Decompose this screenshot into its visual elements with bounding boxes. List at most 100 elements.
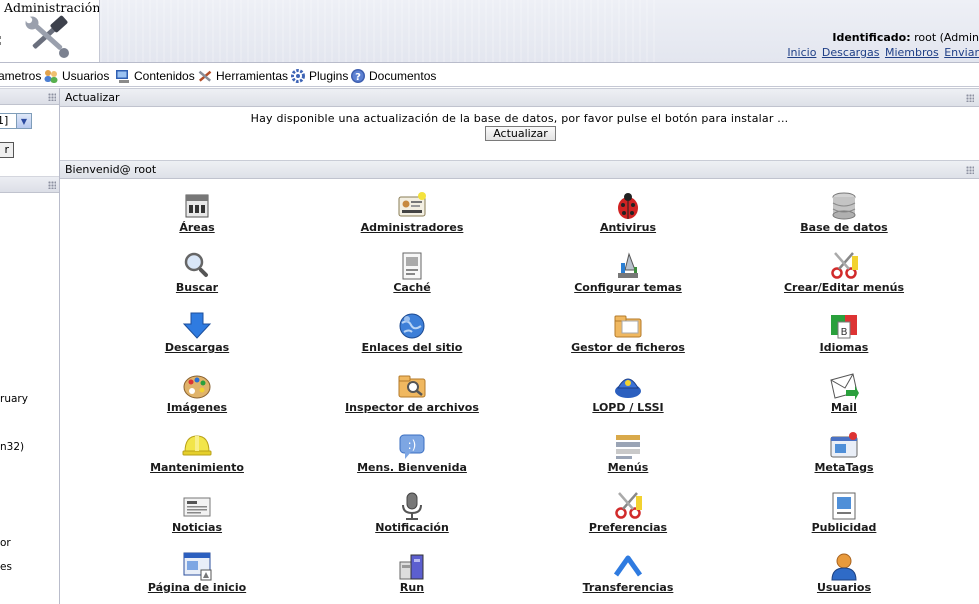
grid-item-label[interactable]: Transferencias: [528, 581, 728, 594]
areas-icon[interactable]: [181, 190, 213, 222]
drag-grip-icon[interactable]: [48, 93, 56, 101]
grid-item-label[interactable]: Idiomas: [744, 341, 944, 354]
grid-item-search[interactable]: Buscar: [97, 240, 297, 296]
grid-item-label[interactable]: Página de inicio: [97, 581, 297, 594]
grid-item-label[interactable]: Mens. Bienvenida: [312, 461, 512, 474]
preferences-icon[interactable]: [612, 490, 644, 522]
cache-icon[interactable]: [396, 250, 428, 282]
grid-item-images[interactable]: Imágenes: [97, 360, 297, 416]
grid-item-site-links[interactable]: Enlaces del sitio: [312, 300, 512, 356]
link-miembros[interactable]: Miembros: [885, 46, 939, 59]
menu-item-contents[interactable]: Contenidos: [115, 67, 195, 84]
link-inicio[interactable]: Inicio: [787, 46, 816, 59]
grid-item-label[interactable]: Descargas: [97, 341, 297, 354]
database-icon[interactable]: [828, 190, 860, 222]
grid-item-mail[interactable]: Mail: [744, 360, 944, 416]
grid-item-news[interactable]: Noticias: [97, 480, 297, 536]
grid-item-lopd[interactable]: LOPD / LSSI: [528, 360, 728, 416]
advertising-icon[interactable]: [828, 490, 860, 522]
grid-item-label[interactable]: Menús: [528, 461, 728, 474]
grid-item-welcome-message[interactable]: :) Mens. Bienvenida: [312, 420, 512, 476]
file-manager-icon[interactable]: [612, 310, 644, 342]
grid-item-label[interactable]: MetaTags: [744, 461, 944, 474]
grid-item-metatags[interactable]: MetaTags: [744, 420, 944, 476]
menu-item-documents[interactable]: ? Documentos: [350, 67, 436, 84]
grid-item-downloads[interactable]: Descargas: [97, 300, 297, 356]
grid-item-label[interactable]: Usuarios: [744, 581, 944, 594]
grid-item-label[interactable]: Notificación: [312, 521, 512, 534]
grid-item-label[interactable]: Preferencias: [528, 521, 728, 534]
grid-item-label[interactable]: Run: [312, 581, 512, 594]
menus-icon[interactable]: [612, 430, 644, 462]
menu-item-tools[interactable]: Herramientas: [197, 67, 288, 84]
grid-item-label[interactable]: Mail: [744, 401, 944, 414]
grid-item-file-manager[interactable]: Gestor de ficheros: [528, 300, 728, 356]
grid-item-notification[interactable]: Notificación: [312, 480, 512, 536]
file-inspector-icon[interactable]: [396, 370, 428, 402]
metatags-icon[interactable]: [828, 430, 860, 462]
update-button[interactable]: Actualizar: [485, 126, 556, 141]
grid-item-cache[interactable]: Caché: [312, 240, 512, 296]
grid-item-administrators[interactable]: Administradores: [312, 180, 512, 236]
grid-item-languages[interactable]: B Idiomas: [744, 300, 944, 356]
antivirus-icon[interactable]: [612, 190, 644, 222]
drag-grip-icon[interactable]: [48, 181, 56, 189]
grid-item-file-inspector[interactable]: Inspector de archivos: [312, 360, 512, 416]
grid-item-label[interactable]: Antivirus: [528, 221, 728, 234]
grid-item-transfers[interactable]: Transferencias: [528, 540, 728, 596]
welcome-message-icon[interactable]: :): [396, 430, 428, 462]
grid-item-homepage[interactable]: Página de inicio: [97, 540, 297, 596]
drag-grip-icon[interactable]: [966, 166, 974, 174]
grid-item-label[interactable]: Inspector de archivos: [312, 401, 512, 414]
run-icon[interactable]: [396, 550, 428, 582]
grid-item-maintenance[interactable]: Mantenimiento: [97, 420, 297, 476]
maintenance-icon[interactable]: [181, 430, 213, 462]
languages-icon[interactable]: B: [828, 310, 860, 342]
grid-item-antivirus[interactable]: Antivirus: [528, 180, 728, 236]
grid-item-label[interactable]: Áreas: [97, 221, 297, 234]
menu-item-users[interactable]: Usuarios: [43, 67, 109, 84]
grid-item-label[interactable]: Base de datos: [744, 221, 944, 234]
grid-item-label[interactable]: Caché: [312, 281, 512, 294]
grid-item-advertising[interactable]: Publicidad: [744, 480, 944, 536]
users-icon[interactable]: [828, 550, 860, 582]
left-submit-button[interactable]: r: [0, 142, 14, 158]
news-icon[interactable]: [181, 490, 213, 522]
grid-item-label[interactable]: Mantenimiento: [97, 461, 297, 474]
images-icon[interactable]: [181, 370, 213, 402]
grid-item-label[interactable]: Administradores: [312, 221, 512, 234]
grid-item-database[interactable]: Base de datos: [744, 180, 944, 236]
grid-item-label[interactable]: Buscar: [97, 281, 297, 294]
grid-item-label[interactable]: LOPD / LSSI: [528, 401, 728, 414]
link-enviar[interactable]: Enviar: [944, 46, 979, 59]
grid-item-label[interactable]: Noticias: [97, 521, 297, 534]
grid-item-preferences[interactable]: Preferencias: [528, 480, 728, 536]
notification-icon[interactable]: [396, 490, 428, 522]
grid-item-label[interactable]: Gestor de ficheros: [528, 341, 728, 354]
site-links-icon[interactable]: [396, 310, 428, 342]
chevron-down-icon[interactable]: ▼: [16, 113, 32, 129]
link-descargas[interactable]: Descargas: [822, 46, 880, 59]
drag-grip-icon[interactable]: [966, 94, 974, 102]
grid-item-themes[interactable]: Configurar temas: [528, 240, 728, 296]
lopd-icon[interactable]: [612, 370, 644, 402]
edit-menus-icon[interactable]: [828, 250, 860, 282]
grid-item-run[interactable]: Run: [312, 540, 512, 596]
mail-icon[interactable]: [828, 370, 860, 402]
themes-icon[interactable]: [612, 250, 644, 282]
menu-item-plugins[interactable]: Plugins: [290, 67, 348, 84]
grid-item-users[interactable]: Usuarios: [744, 540, 944, 596]
grid-item-label[interactable]: Enlaces del sitio: [312, 341, 512, 354]
search-icon[interactable]: [181, 250, 213, 282]
menu-item-parameters[interactable]: ametros: [0, 67, 41, 84]
homepage-icon[interactable]: [181, 550, 213, 582]
grid-item-edit-menus[interactable]: Crear/Editar menús: [744, 240, 944, 296]
administrators-icon[interactable]: [396, 190, 428, 222]
grid-item-label[interactable]: Crear/Editar menús: [744, 281, 944, 294]
grid-item-label[interactable]: Imágenes: [97, 401, 297, 414]
grid-item-label[interactable]: Publicidad: [744, 521, 944, 534]
transfers-icon[interactable]: [612, 550, 644, 582]
grid-item-menus[interactable]: Menús: [528, 420, 728, 476]
grid-item-label[interactable]: Configurar temas: [528, 281, 728, 294]
downloads-icon[interactable]: [181, 310, 213, 342]
